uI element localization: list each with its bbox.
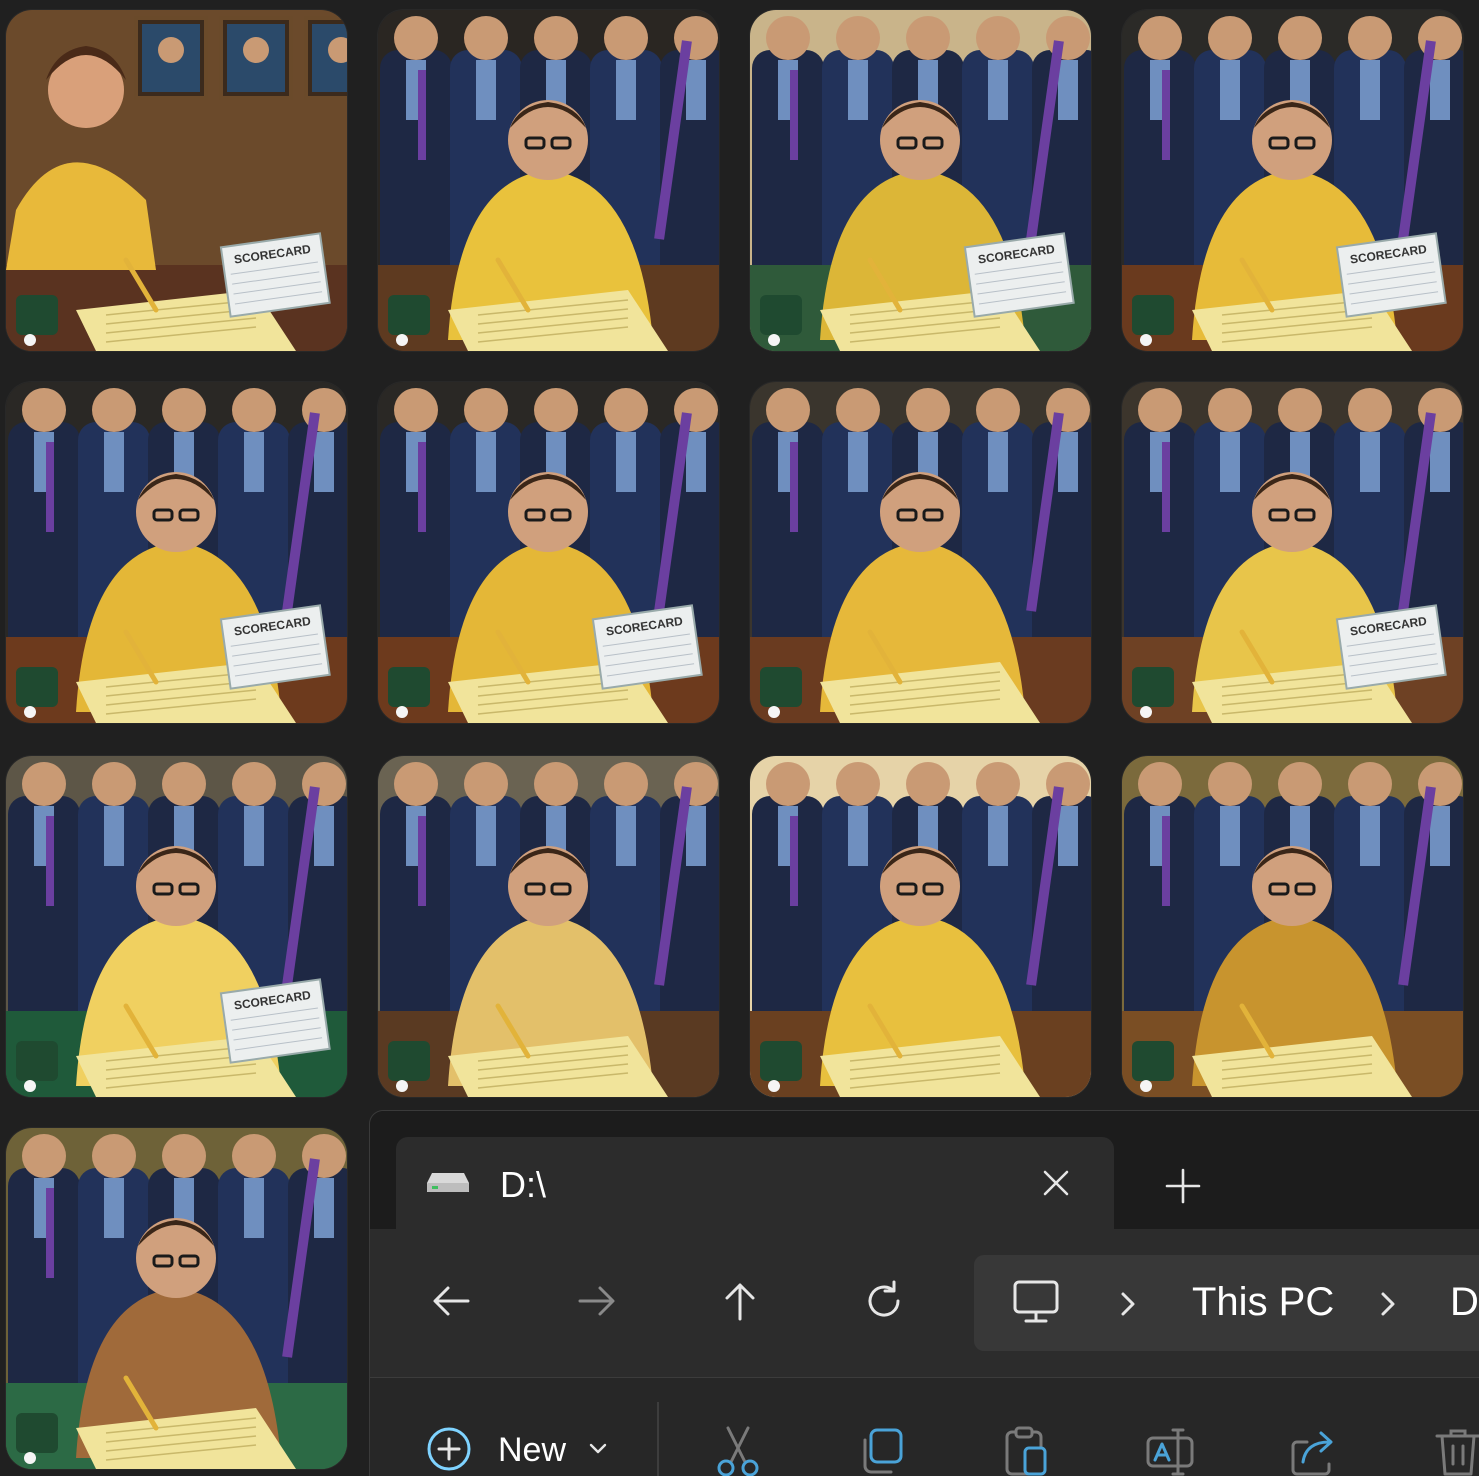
tab-strip: D:\ [370, 1111, 1479, 1229]
illustration: SCORECARD [750, 10, 1091, 351]
thumb-7[interactable] [750, 382, 1091, 723]
thumb-6[interactable]: SCORECARD [378, 382, 719, 723]
illustration [750, 382, 1091, 723]
close-icon[interactable] [1036, 1163, 1076, 1203]
illustration: SCORECARD [6, 382, 347, 723]
command-bar: New [370, 1378, 1479, 1476]
thumb-2[interactable] [378, 10, 719, 351]
thumb-1[interactable]: SCORECARD [6, 10, 347, 351]
file-explorer-window: D:\ This PC D New [369, 1110, 1479, 1476]
thumb-13[interactable] [6, 1128, 347, 1469]
illustration: SCORECARD [6, 10, 347, 351]
illustration [378, 756, 719, 1097]
address-bar[interactable]: This PC D [974, 1255, 1479, 1351]
rename-icon[interactable] [1145, 1426, 1195, 1476]
share-icon[interactable] [1289, 1426, 1339, 1476]
thumb-5[interactable]: SCORECARD [6, 382, 347, 723]
illustration [378, 10, 719, 351]
new-button[interactable]: New [420, 1420, 620, 1476]
illustration: SCORECARD [1122, 10, 1463, 351]
breadcrumb-this-pc[interactable]: This PC [1192, 1279, 1334, 1325]
thumb-8[interactable]: SCORECARD [1122, 382, 1463, 723]
thumb-12[interactable] [1122, 756, 1463, 1097]
illustration [750, 756, 1091, 1097]
thumb-4[interactable]: SCORECARD [1122, 10, 1463, 351]
refresh-icon[interactable] [860, 1277, 908, 1325]
thumb-11[interactable] [750, 756, 1091, 1097]
forward-arrow-icon[interactable] [572, 1277, 620, 1325]
back-arrow-icon[interactable] [428, 1277, 476, 1325]
screen: SCORECARD SCORECARD SCORECARD SCORECARD SCOR… [0, 0, 1479, 1476]
cut-icon[interactable] [713, 1426, 763, 1476]
add-circle-icon [427, 1427, 471, 1471]
illustration: SCORECARD [378, 382, 719, 723]
chevron-right-icon[interactable] [1116, 1289, 1140, 1319]
tab-d-drive[interactable]: D:\ [396, 1137, 1114, 1229]
toolbar-divider [657, 1402, 659, 1476]
up-arrow-icon[interactable] [716, 1277, 764, 1325]
thumb-3[interactable]: SCORECARD [750, 10, 1091, 351]
navigation-bar: This PC D [370, 1229, 1479, 1378]
tab-title: D:\ [500, 1164, 547, 1205]
new-label: New [498, 1431, 567, 1469]
copy-icon[interactable] [857, 1426, 907, 1476]
illustration: SCORECARD [6, 756, 347, 1097]
delete-icon[interactable] [1433, 1426, 1479, 1476]
thumb-9[interactable]: SCORECARD [6, 756, 347, 1097]
thumb-10[interactable] [378, 756, 719, 1097]
breadcrumb-d-drive[interactable]: D [1450, 1279, 1479, 1325]
illustration: SCORECARD [1122, 382, 1463, 723]
chevron-right-icon[interactable] [1376, 1289, 1400, 1319]
chevron-down-icon [589, 1443, 607, 1454]
drive-icon [427, 1173, 469, 1192]
this-pc-icon [1013, 1280, 1059, 1323]
illustration [6, 1128, 347, 1469]
new-tab-plus-icon[interactable] [1160, 1163, 1206, 1209]
paste-icon[interactable] [1001, 1426, 1051, 1476]
illustration [1122, 756, 1463, 1097]
